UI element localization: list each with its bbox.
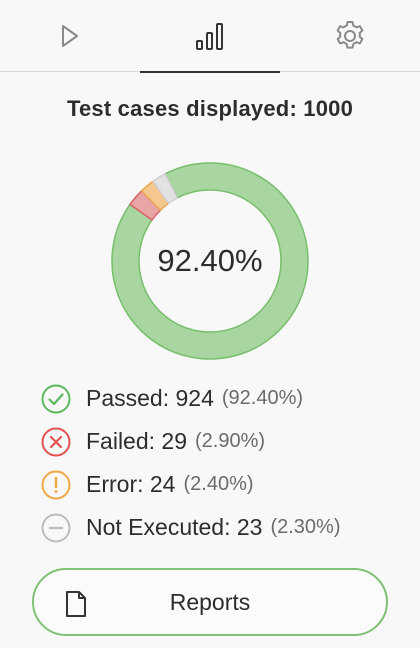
legend-failed-percent: (2.90%) — [195, 430, 266, 452]
play-icon — [62, 25, 78, 47]
legend-passed-label: Passed: 924 — [86, 385, 214, 411]
tab-run[interactable] — [0, 0, 140, 72]
results-legend: Passed: 924 (92.40%) Failed: 29 (2.90%) — [40, 384, 410, 556]
legend-error-percent: (2.40%) — [183, 473, 254, 495]
legend-not-executed-percent: (2.30%) — [270, 516, 341, 538]
page-title: Test cases displayed: 1000 — [66, 96, 354, 121]
legend-item-failed: Failed: 29 (2.90%) — [40, 427, 410, 456]
legend-item-passed: Passed: 924 (92.40%) — [40, 384, 410, 413]
test-stats-panel: Test cases displayed: 1000 92.40% Passed… — [0, 0, 420, 648]
bar-chart-icon — [196, 23, 223, 50]
minus-circle-icon — [40, 512, 72, 544]
legend-failed-label: Failed: 29 — [86, 428, 188, 454]
reports-button[interactable]: Reports — [32, 568, 388, 636]
donut-center-label: 92.40% — [157, 243, 263, 278]
exclamation-circle-icon — [40, 469, 72, 501]
tab-statistics[interactable] — [140, 0, 280, 73]
tab-settings[interactable] — [280, 0, 420, 72]
legend-not-executed-label: Not Executed: 23 — [86, 514, 263, 540]
active-tab-indicator — [140, 71, 280, 73]
reports-button-label: Reports — [169, 588, 251, 615]
legend-error-label: Error: 24 — [86, 471, 176, 497]
legend-item-not-executed: Not Executed: 23 (2.30%) — [40, 513, 410, 542]
check-circle-icon — [40, 383, 72, 415]
x-circle-icon — [40, 426, 72, 458]
gear-icon — [336, 21, 364, 49]
results-donut-chart: 92.40% — [110, 161, 310, 361]
legend-passed-percent: (92.40%) — [221, 387, 304, 409]
tab-bar — [0, 0, 420, 73]
legend-item-error: Error: 24 (2.40%) — [40, 470, 410, 499]
